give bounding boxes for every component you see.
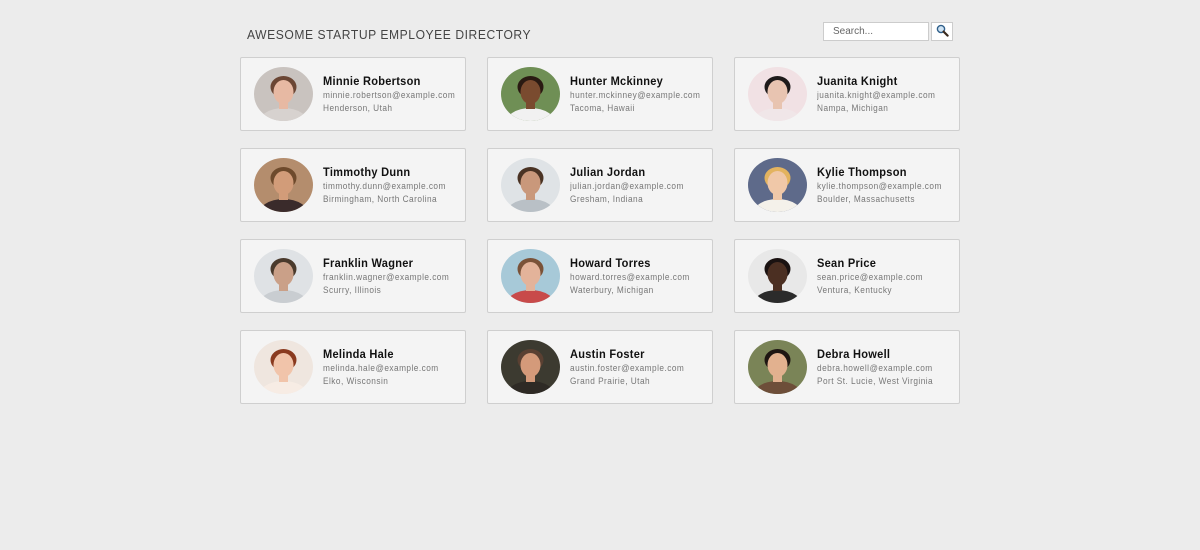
employee-name: Minnie Robertson <box>323 73 421 88</box>
employee-card[interactable]: Minnie Robertson minnie.robertson@example… <box>240 57 466 131</box>
employee-email: minnie.robertson@example.com <box>323 89 456 100</box>
employee-card[interactable]: Hunter Mckinney hunter.mckinney@example.c… <box>487 57 713 131</box>
search-form <box>823 22 953 41</box>
employee-name: Franklin Wagner <box>323 255 414 270</box>
employee-location: Henderson, Utah <box>323 102 393 113</box>
employee-card[interactable]: Timmothy Dunn timmothy.dunn@example.com Bi… <box>240 148 466 222</box>
employee-location: Port St. Lucie, West Virginia <box>817 375 934 386</box>
header: AWESOME STARTUP EMPLOYEE DIRECTORY <box>241 20 960 48</box>
employee-info: Julian Jordan julian.jordan@example.com Gr… <box>570 165 694 206</box>
employee-location: Birmingham, North Carolina <box>323 193 438 204</box>
employee-name: Melinda Hale <box>323 346 394 361</box>
avatar <box>501 340 560 394</box>
employee-info: Debra Howell debra.howell@example.com Port… <box>817 347 943 388</box>
employee-location: Scurry, Illinois <box>323 284 382 295</box>
employee-info: Austin Foster austin.foster@example.com Gr… <box>570 347 694 388</box>
employee-card[interactable]: Austin Foster austin.foster@example.com Gr… <box>487 330 713 404</box>
employee-card[interactable]: Juanita Knight juanita.knight@example.com… <box>734 57 960 131</box>
employee-location: Boulder, Massachusetts <box>817 193 916 204</box>
employee-info: Minnie Robertson minnie.robertson@example… <box>323 74 465 115</box>
employee-name: Kylie Thompson <box>817 164 907 179</box>
avatar <box>501 249 560 303</box>
employee-email: kylie.thompson@example.com <box>817 180 942 191</box>
search-input[interactable] <box>823 22 929 41</box>
employee-email: hunter.mckinney@example.com <box>570 89 701 100</box>
employee-info: Melinda Hale melinda.hale@example.com Elko… <box>323 347 449 388</box>
employee-name: Howard Torres <box>570 255 651 270</box>
employee-email: melinda.hale@example.com <box>323 362 439 373</box>
employee-name: Sean Price <box>817 255 877 270</box>
employee-info: Juanita Knight juanita.knight@example.com… <box>817 74 946 115</box>
employee-location: Tacoma, Hawaii <box>570 102 635 113</box>
avatar <box>748 249 807 303</box>
employee-info: Sean Price sean.price@example.com Ventura,… <box>817 256 932 297</box>
employee-email: franklin.wagner@example.com <box>323 271 450 282</box>
employee-info: Hunter Mckinney hunter.mckinney@example.c… <box>570 74 712 115</box>
employee-email: julian.jordan@example.com <box>570 180 684 191</box>
employee-card[interactable]: Melinda Hale melinda.hale@example.com Elko… <box>240 330 466 404</box>
avatar <box>254 67 313 121</box>
employee-info: Kylie Thompson kylie.thompson@example.com… <box>817 165 953 206</box>
employee-email: austin.foster@example.com <box>570 362 685 373</box>
employee-email: debra.howell@example.com <box>817 362 933 373</box>
employee-location: Gresham, Indiana <box>570 193 644 204</box>
avatar <box>501 67 560 121</box>
employee-location: Grand Prairie, Utah <box>570 375 651 386</box>
employee-card[interactable]: Franklin Wagner franklin.wagner@example.c… <box>240 239 466 313</box>
employee-name: Austin Foster <box>570 346 645 361</box>
employee-email: howard.torres@example.com <box>570 271 690 282</box>
avatar <box>748 158 807 212</box>
employee-info: Franklin Wagner franklin.wagner@example.c… <box>323 256 460 297</box>
employee-name: Hunter Mckinney <box>570 73 664 88</box>
employee-email: juanita.knight@example.com <box>817 89 936 100</box>
page-title: AWESOME STARTUP EMPLOYEE DIRECTORY <box>247 27 532 42</box>
avatar <box>501 158 560 212</box>
employee-email: timmothy.dunn@example.com <box>323 180 446 191</box>
page: AWESOME STARTUP EMPLOYEE DIRECTORY Minni… <box>0 0 1200 550</box>
employee-grid: Minnie Robertson minnie.robertson@example… <box>240 57 960 404</box>
employee-name: Juanita Knight <box>817 73 898 88</box>
employee-card[interactable]: Julian Jordan julian.jordan@example.com Gr… <box>487 148 713 222</box>
avatar <box>254 249 313 303</box>
avatar <box>254 158 313 212</box>
avatar <box>254 340 313 394</box>
employee-email: sean.price@example.com <box>817 271 923 282</box>
magnifier-icon <box>936 24 949 40</box>
employee-card[interactable]: Debra Howell debra.howell@example.com Port… <box>734 330 960 404</box>
employee-name: Julian Jordan <box>570 164 646 179</box>
employee-card[interactable]: Sean Price sean.price@example.com Ventura,… <box>734 239 960 313</box>
search-button[interactable] <box>931 22 953 41</box>
employee-name: Debra Howell <box>817 346 891 361</box>
employee-info: Timmothy Dunn timmothy.dunn@example.com Bi… <box>323 165 457 206</box>
employee-info: Howard Torres howard.torres@example.com Wa… <box>570 256 700 297</box>
avatar <box>748 67 807 121</box>
employee-location: Elko, Wisconsin <box>323 375 389 386</box>
employee-name: Timmothy Dunn <box>323 164 411 179</box>
employee-location: Waterbury, Michigan <box>570 284 654 295</box>
employee-location: Ventura, Kentucky <box>817 284 893 295</box>
employee-card[interactable]: Howard Torres howard.torres@example.com Wa… <box>487 239 713 313</box>
employee-card[interactable]: Kylie Thompson kylie.thompson@example.com… <box>734 148 960 222</box>
employee-location: Nampa, Michigan <box>817 102 889 113</box>
avatar <box>748 340 807 394</box>
